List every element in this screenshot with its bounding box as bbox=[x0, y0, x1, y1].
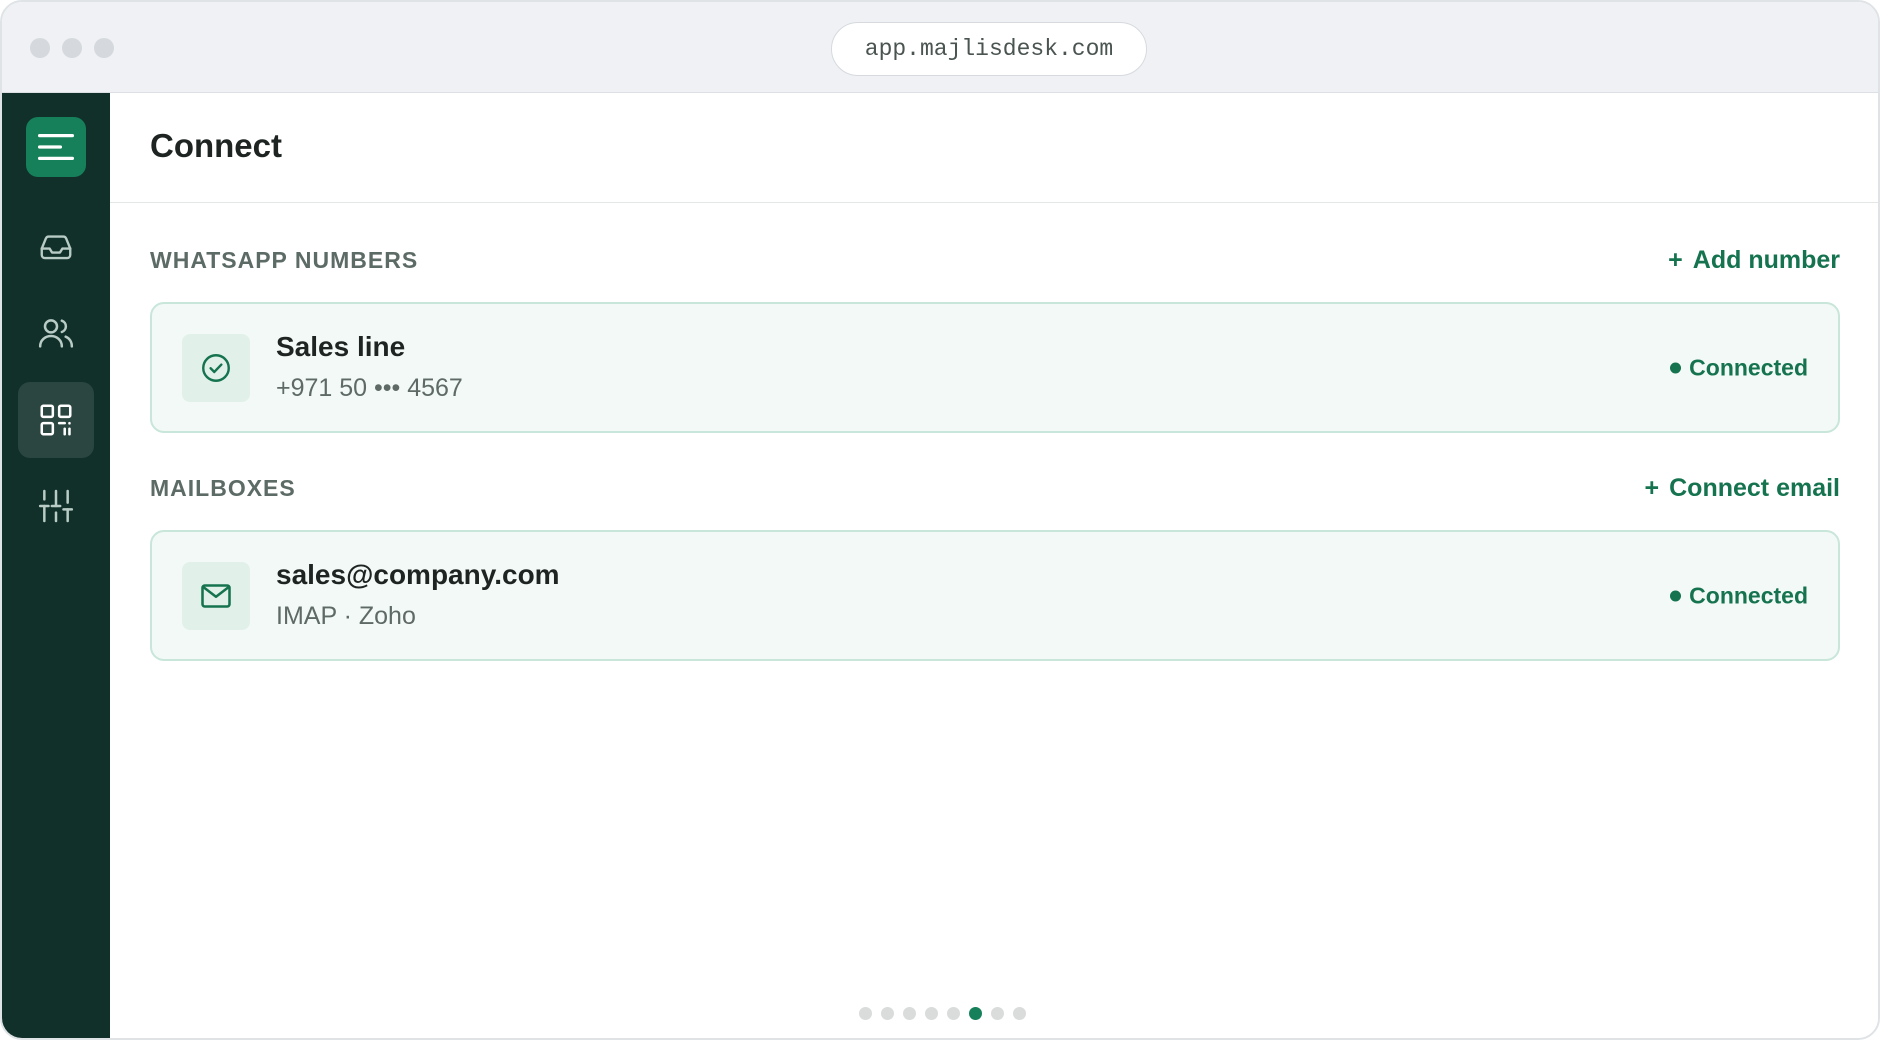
maximize-window-dot[interactable] bbox=[94, 38, 114, 58]
pagination-dot[interactable] bbox=[925, 1007, 938, 1020]
pagination-dot[interactable] bbox=[991, 1007, 1004, 1020]
browser-window: app.majlisdesk.com Connect WHATSAPP NUMB… bbox=[0, 0, 1880, 1040]
sidebar-item-inbox[interactable] bbox=[18, 209, 94, 285]
sidebar-item-connect[interactable] bbox=[18, 382, 94, 458]
pagination-dot[interactable] bbox=[1013, 1007, 1026, 1020]
menu-icon bbox=[38, 134, 74, 160]
sliders-icon bbox=[38, 489, 74, 523]
window-controls bbox=[30, 38, 114, 58]
add-number-button[interactable]: + Add number bbox=[1668, 246, 1840, 275]
pagination-dot[interactable] bbox=[903, 1007, 916, 1020]
plus-icon: + bbox=[1644, 473, 1660, 502]
whatsapp-card-title: Sales line bbox=[276, 331, 406, 362]
mailbox-card-title: sales@company.com bbox=[276, 559, 560, 590]
pagination-dots bbox=[859, 1007, 1026, 1020]
pagination-dot[interactable] bbox=[947, 1007, 960, 1020]
whatsapp-card-phone: +971 50 ••• 4567 bbox=[276, 374, 463, 402]
mailboxes-section-header: MAILBOXES + Connect email bbox=[150, 471, 1840, 505]
mailbox-card-icon-box bbox=[182, 562, 250, 630]
connect-email-label: Connect email bbox=[1669, 473, 1840, 502]
mail-icon bbox=[201, 584, 231, 608]
status-dot-icon bbox=[1670, 590, 1682, 601]
status-label: Connected bbox=[1689, 354, 1808, 380]
page-title: Connect bbox=[150, 127, 282, 164]
browser-chrome: app.majlisdesk.com bbox=[2, 2, 1878, 93]
check-circle-icon bbox=[202, 354, 230, 382]
inbox-icon bbox=[40, 235, 72, 260]
sidebar-item-contacts[interactable] bbox=[18, 295, 94, 371]
menu-button[interactable] bbox=[26, 117, 86, 177]
status-dot-icon bbox=[1670, 362, 1682, 373]
close-window-dot[interactable] bbox=[30, 38, 50, 58]
whatsapp-card-icon-box bbox=[182, 334, 250, 402]
add-number-label: Add number bbox=[1692, 245, 1840, 274]
connect-email-button[interactable]: + Connect email bbox=[1645, 474, 1840, 503]
status-badge: Connected bbox=[1670, 582, 1808, 609]
status-badge: Connected bbox=[1670, 354, 1808, 381]
whatsapp-number-card[interactable]: Sales line +971 50 ••• 4567 Connected bbox=[150, 302, 1840, 433]
plus-icon: + bbox=[1668, 245, 1683, 274]
sidebar-item-settings[interactable] bbox=[18, 468, 94, 544]
pagination-dot[interactable] bbox=[881, 1007, 894, 1020]
minimize-window-dot[interactable] bbox=[62, 38, 82, 58]
pagination-dot[interactable] bbox=[859, 1007, 872, 1020]
mailbox-card-provider: IMAP · Zoho bbox=[276, 602, 416, 630]
apps-grid-icon bbox=[40, 404, 72, 436]
page-header: Connect bbox=[110, 93, 1878, 203]
main-content: Connect WHATSAPP NUMBERS + Add number Sa… bbox=[110, 93, 1878, 1038]
mailboxes-section-title: MAILBOXES bbox=[150, 474, 296, 501]
address-bar-url: app.majlisdesk.com bbox=[864, 36, 1114, 62]
address-bar[interactable]: app.majlisdesk.com bbox=[831, 22, 1147, 76]
mailbox-card[interactable]: sales@company.com IMAP · Zoho Connected bbox=[150, 530, 1840, 661]
sidebar bbox=[2, 93, 110, 1038]
whatsapp-section-header: WHATSAPP NUMBERS + Add number bbox=[150, 243, 1840, 277]
status-label: Connected bbox=[1689, 582, 1808, 608]
whatsapp-section-title: WHATSAPP NUMBERS bbox=[150, 246, 419, 273]
pagination-dot[interactable] bbox=[969, 1007, 982, 1020]
users-icon bbox=[38, 319, 74, 348]
